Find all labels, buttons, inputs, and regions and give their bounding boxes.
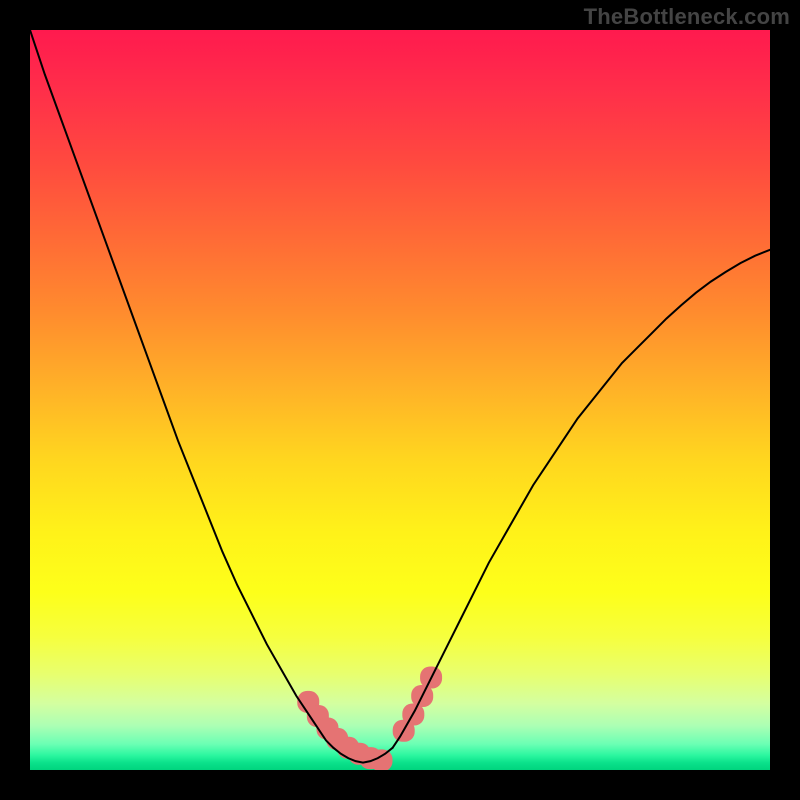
curve-right-arm	[393, 250, 770, 748]
chart-frame: TheBottleneck.com	[0, 0, 800, 800]
plot-area	[30, 30, 770, 770]
watermark-text: TheBottleneck.com	[584, 4, 790, 30]
curve-left-arm	[30, 30, 333, 748]
chart-svg	[30, 30, 770, 770]
